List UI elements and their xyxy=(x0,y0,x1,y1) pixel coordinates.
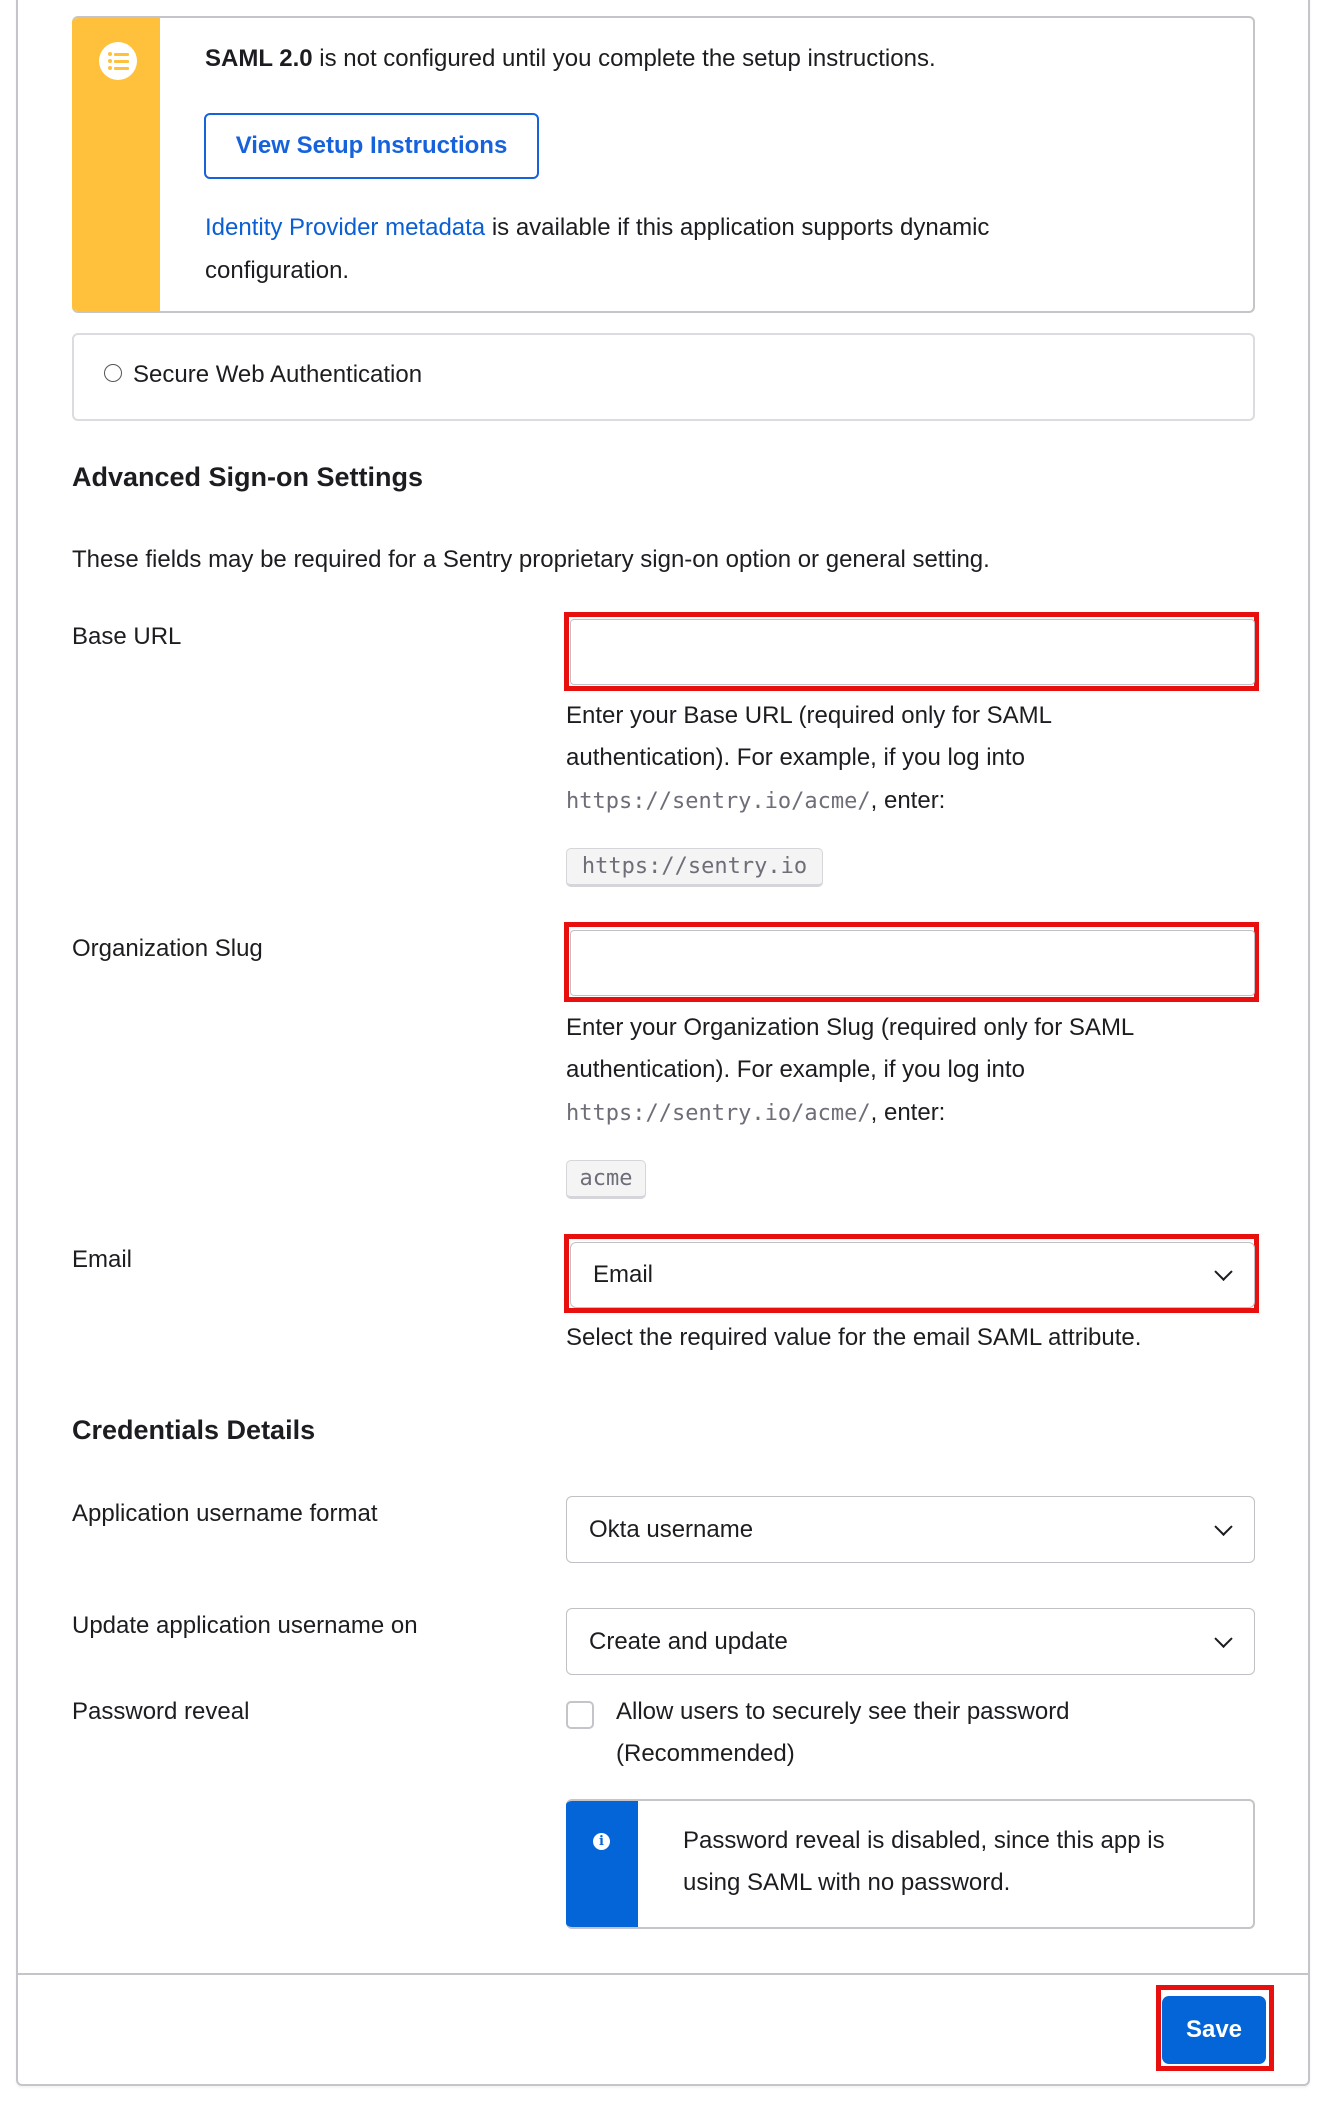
footer-divider xyxy=(18,1973,1308,1975)
org-slug-example-url: https://sentry.io/acme/ xyxy=(566,1101,871,1126)
password-reveal-label: Password reveal xyxy=(72,1698,250,1725)
swa-radio-button[interactable] xyxy=(104,364,122,382)
update-on-select[interactable]: Create and update xyxy=(566,1608,1255,1675)
update-on-value: Create and update xyxy=(589,1627,788,1655)
org-slug-highlight xyxy=(564,922,1259,1002)
advanced-settings-heading: Advanced Sign-on Settings xyxy=(72,462,424,492)
password-reveal-info-callout: i xyxy=(566,1799,1255,1929)
email-help: Select the required value for the email … xyxy=(566,1324,1142,1351)
chevron-down-icon xyxy=(1214,1262,1233,1281)
email-select-value: Email xyxy=(593,1261,654,1288)
password-reveal-info-1: Password reveal is disabled, since this … xyxy=(683,1827,1165,1854)
password-reveal-checkbox[interactable] xyxy=(566,1701,594,1729)
org-slug-help-2: authentication). For example, if you log… xyxy=(566,1056,1025,1083)
saml-status-message: SAML 2.0 is not configured until you com… xyxy=(205,45,936,72)
org-slug-input[interactable] xyxy=(570,930,1255,996)
chevron-down-icon xyxy=(1214,1629,1233,1648)
base-url-example-url: https://sentry.io/acme/ xyxy=(566,789,871,814)
base-url-help-1: Enter your Base URL (required only for S… xyxy=(566,702,1052,729)
saml-protocol-name: SAML 2.0 xyxy=(205,45,313,72)
save-button[interactable]: Save xyxy=(1162,1996,1266,2064)
base-url-help-2: authentication). For example, if you log… xyxy=(566,744,1025,771)
org-slug-help-1: Enter your Organization Slug (required o… xyxy=(566,1014,1135,1041)
info-icon: i xyxy=(593,1833,610,1850)
base-url-help-3: https://sentry.io/acme/, enter: xyxy=(566,787,946,814)
username-format-select[interactable]: Okta username xyxy=(566,1496,1255,1563)
callout-accent-bar xyxy=(72,18,160,311)
username-format-label: Application username format xyxy=(72,1500,378,1527)
metadata-line-2: configuration. xyxy=(205,257,350,284)
base-url-example-value: https://sentry.io xyxy=(566,848,823,887)
chevron-down-icon xyxy=(1214,1517,1233,1536)
list-icon xyxy=(99,42,137,80)
username-format-value: Okta username xyxy=(589,1515,754,1543)
advanced-settings-description: These fields may be required for a Sentr… xyxy=(72,546,990,573)
base-url-input[interactable] xyxy=(570,619,1255,685)
password-reveal-checkbox-label-2[interactable]: (Recommended) xyxy=(616,1739,795,1769)
email-select[interactable]: Email xyxy=(570,1242,1255,1308)
identity-provider-metadata-link[interactable]: Identity Provider metadata xyxy=(205,214,485,241)
email-highlight: Email xyxy=(564,1234,1259,1313)
update-on-label: Update application username on xyxy=(72,1612,418,1639)
password-reveal-info-2: using SAML with no password. xyxy=(683,1869,1011,1896)
base-url-label: Base URL xyxy=(72,623,182,650)
swa-label[interactable]: Secure Web Authentication xyxy=(133,360,422,390)
info-accent-bar: i xyxy=(566,1801,638,1927)
metadata-line: Identity Provider metadata is available … xyxy=(205,214,990,241)
password-reveal-checkbox-label-1[interactable]: Allow users to securely see their passwo… xyxy=(616,1697,1070,1727)
org-slug-help-3: https://sentry.io/acme/, enter: xyxy=(566,1099,946,1126)
email-label: Email xyxy=(72,1246,133,1273)
base-url-highlight xyxy=(564,612,1259,691)
org-slug-label: Organization Slug xyxy=(72,935,263,962)
org-slug-example-value: acme xyxy=(566,1160,646,1199)
credentials-heading: Credentials Details xyxy=(72,1415,316,1445)
view-setup-instructions-button[interactable]: View Setup Instructions xyxy=(204,113,539,179)
